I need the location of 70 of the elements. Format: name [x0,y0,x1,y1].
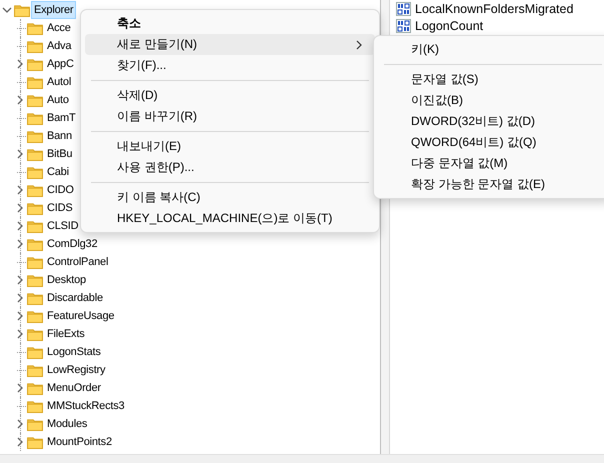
menu-item[interactable]: 키(K) [378,39,604,60]
menu-item[interactable]: 새로 만들기(N) [85,34,375,55]
tree-item[interactable]: Desktop [44,271,89,289]
binary-value-icon [396,2,412,16]
folder-icon [27,418,43,430]
folder-icon [27,130,43,142]
menu-item[interactable]: 삭제(D) [85,85,375,106]
tree-item[interactable]: MMStuckRects3 [44,397,128,415]
tree-item[interactable]: MenuOrder [44,379,104,397]
folder-icon [27,256,43,268]
menu-item[interactable]: QWORD(64비트) 값(Q) [378,132,604,153]
tree-item[interactable]: Acce [44,19,74,37]
menu-item[interactable]: 이진값(B) [378,90,604,111]
tree-item[interactable]: FeatureUsage [44,307,118,325]
menu-item[interactable]: 문자열 값(S) [378,69,604,90]
folder-icon [27,76,43,88]
folder-icon [27,346,43,358]
folder-icon [27,364,43,376]
tree-item[interactable]: Cabi [44,163,72,181]
folder-icon [27,436,43,448]
tree-item[interactable]: Modules [44,415,90,433]
folder-icon [27,238,43,250]
value-name[interactable]: LocalKnownFoldersMigrated [415,2,574,16]
tree-item[interactable]: BitBu [44,145,76,163]
folder-icon [27,112,43,124]
tree-item[interactable]: Autol [44,73,74,91]
tree-item[interactable]: CIDS [44,199,76,217]
binary-value-icon [396,18,412,32]
folder-icon [27,184,43,196]
menu-item[interactable]: 키 이름 복사(C) [85,187,375,208]
folder-icon [27,310,43,322]
menu-item[interactable]: 내보내기(E) [85,136,375,157]
tree-item[interactable]: Adva [44,37,74,55]
folder-icon [27,382,43,394]
tree-item[interactable]: ControlPanel [44,253,112,271]
menu-item[interactable]: 찾기(F)... [85,55,375,76]
folder-icon [27,292,43,304]
tree-item[interactable]: ComDlg32 [44,235,100,253]
value-name[interactable]: LogonCount [415,18,484,32]
menu-item[interactable]: 사용 권한(P)... [85,157,375,178]
tree-item[interactable]: BamT [44,109,79,127]
menu-item[interactable]: HKEY_LOCAL_MACHINE(으)로 이동(T) [85,208,375,229]
tree-item[interactable]: LowRegistry [44,361,108,379]
folder-icon [27,274,43,286]
folder-icon [27,328,43,340]
tree-item[interactable]: MountPoints2 [44,433,115,451]
tree-item[interactable]: Bann [44,127,75,145]
folder-icon [27,202,43,214]
tree-item[interactable]: FileExts [44,325,88,343]
tree-item[interactable]: Auto [44,91,72,109]
menu-item[interactable]: 이름 바꾸기(R) [85,106,375,127]
tree-item[interactable]: Discardable [44,289,106,307]
folder-icon [27,94,43,106]
menu-item[interactable]: DWORD(32비트) 값(D) [378,111,604,132]
menu-item[interactable]: 확장 가능한 문자열 값(E) [378,174,604,195]
folder-icon [27,400,43,412]
tree-item[interactable]: CIDO [44,181,77,199]
tree-item[interactable]: AppC [44,55,77,73]
menu-item[interactable]: 다중 문자열 값(M) [378,153,604,174]
menu-item[interactable]: 축소 [85,13,375,34]
folder-icon [27,148,43,160]
folder-icon [14,4,30,16]
tree-item[interactable]: LogonStats [44,343,104,361]
folder-icon [27,58,43,70]
folder-icon [27,22,43,34]
folder-icon [27,40,43,52]
folder-icon [27,220,43,232]
tree-item[interactable]: CLSID [44,217,82,235]
folder-icon [27,166,43,178]
tree-item[interactable]: Explorer [31,1,76,19]
